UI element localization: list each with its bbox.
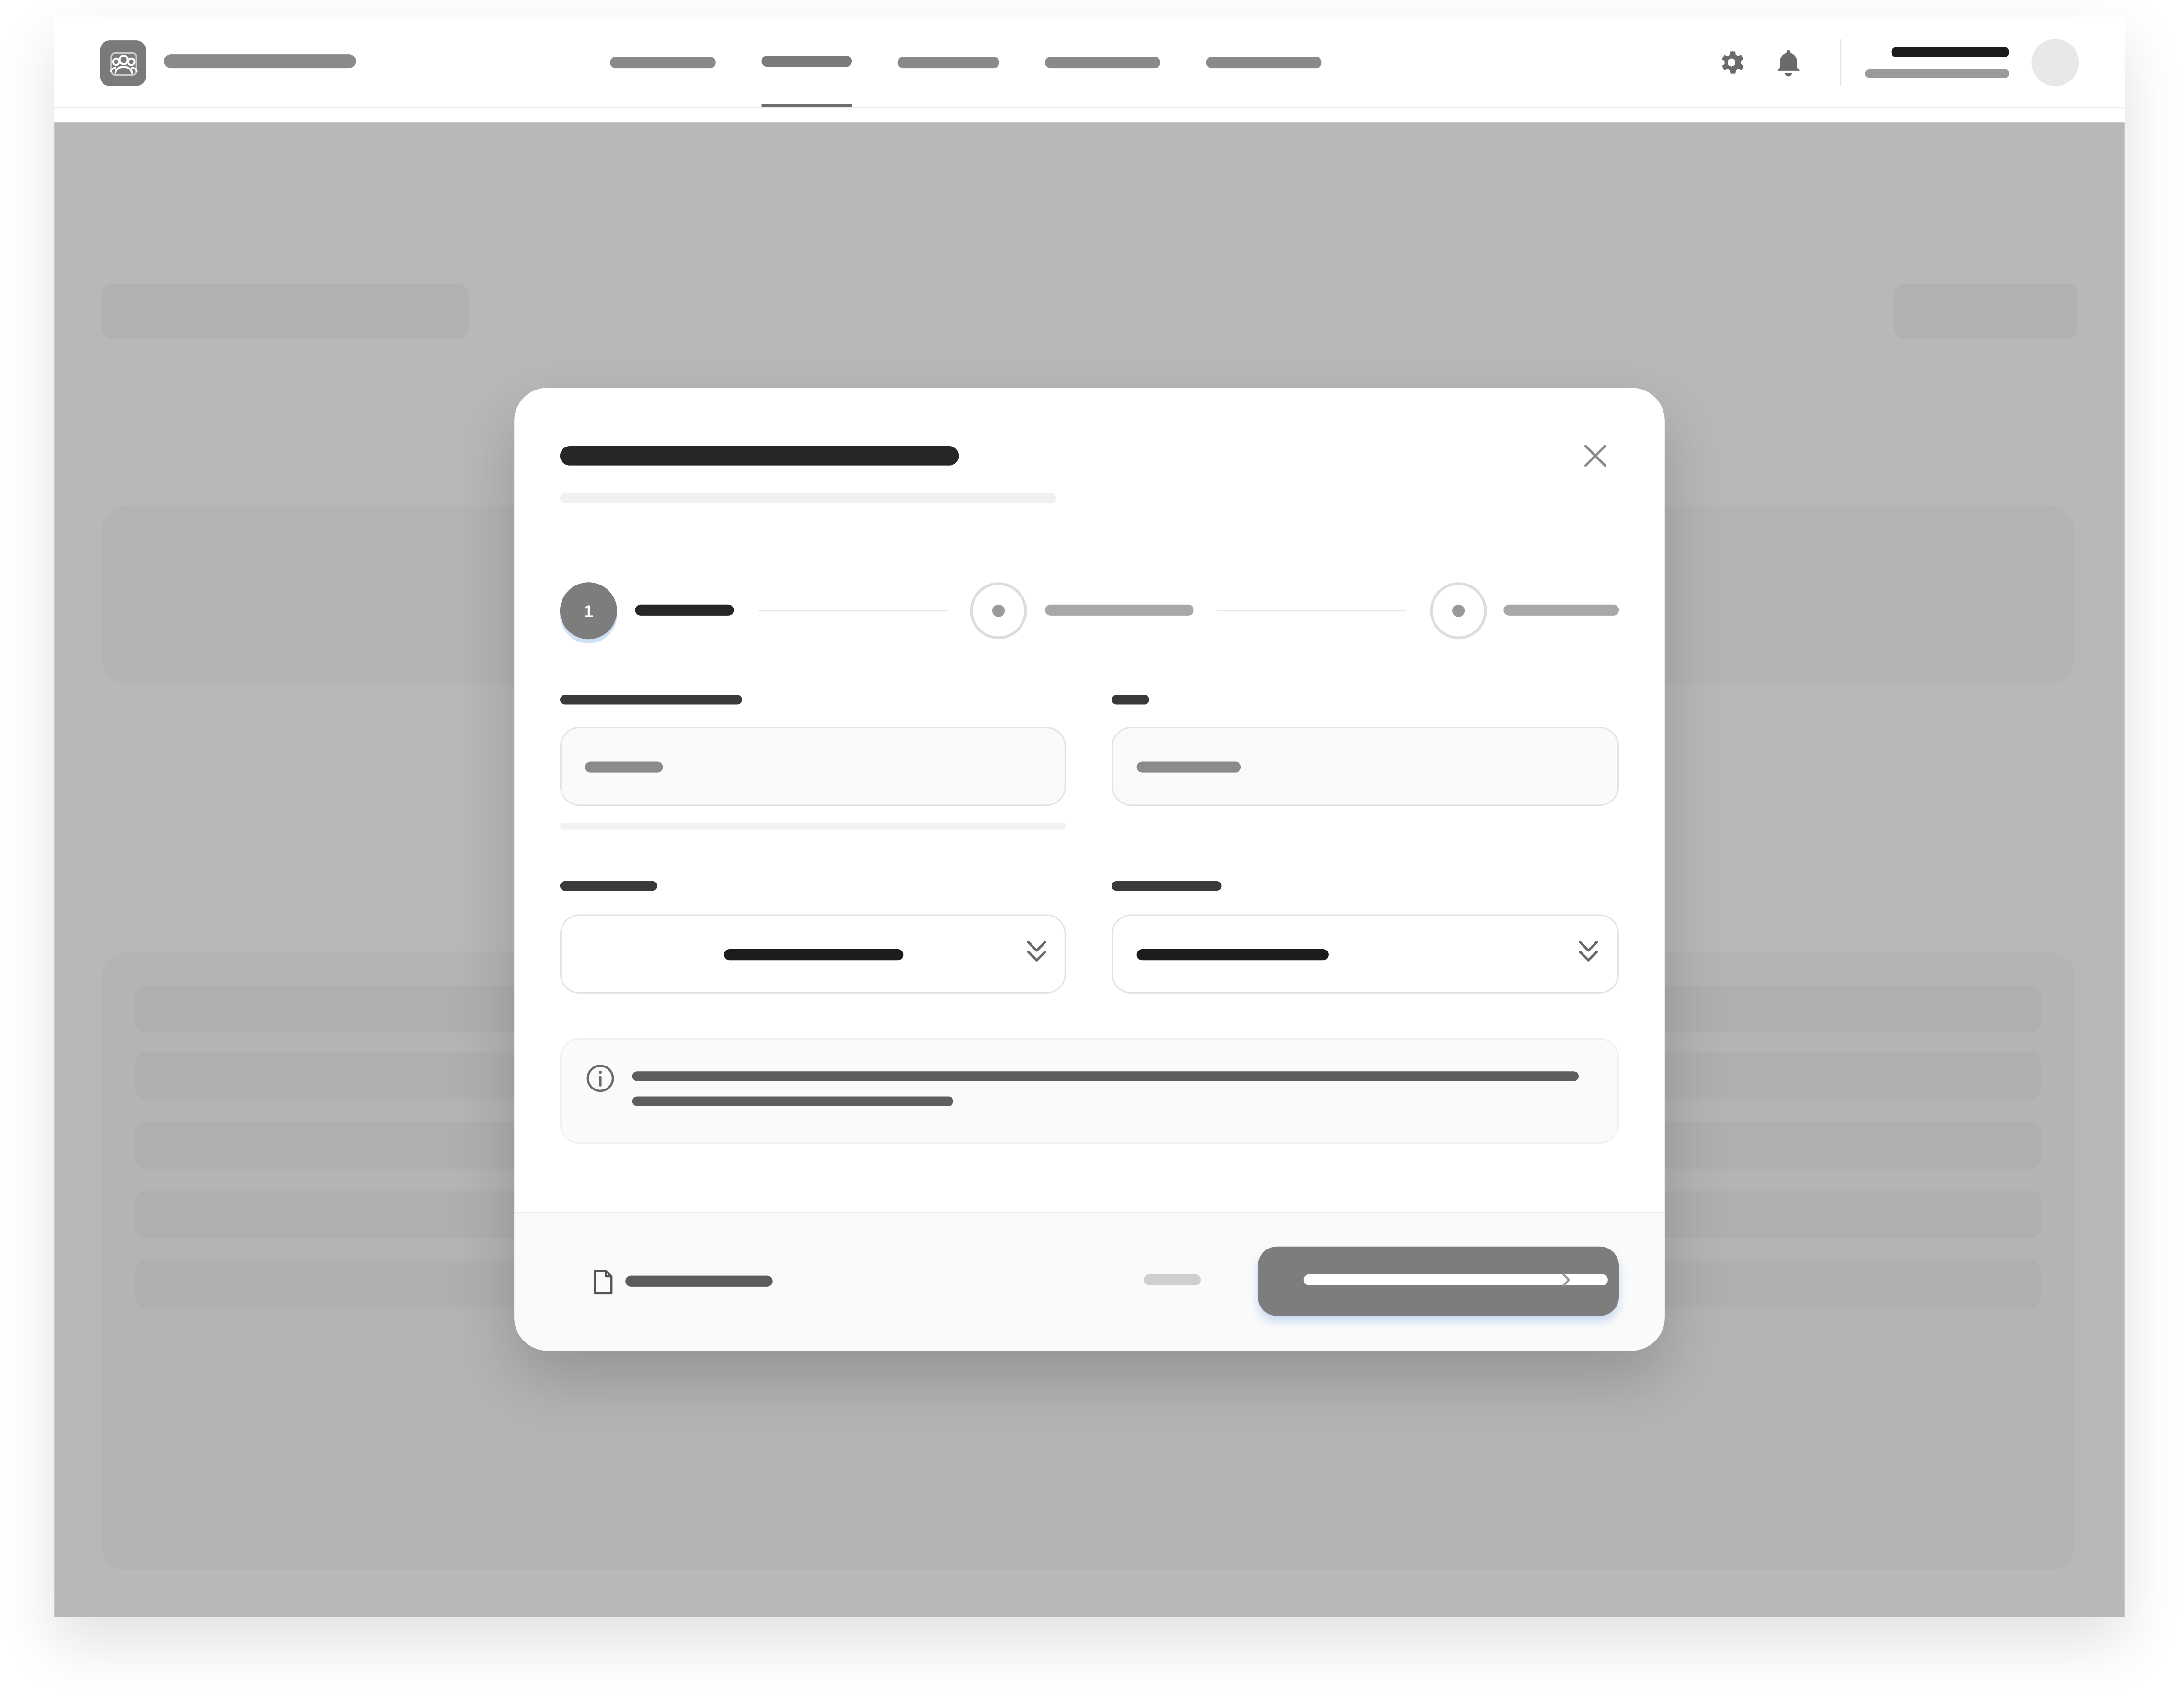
dialog-footer (514, 1212, 1665, 1351)
info-text-line-2 (632, 1096, 953, 1106)
select-2-dropdown[interactable] (1112, 914, 1619, 994)
step-1-number: 1 (584, 601, 594, 621)
document-icon (594, 1270, 613, 1295)
field-1-input[interactable] (560, 726, 1066, 806)
step-connector (1217, 610, 1407, 612)
select-1-dropdown[interactable] (560, 914, 1066, 994)
app-window: 1 (54, 16, 2125, 1618)
select-2-value (1136, 949, 1329, 961)
team-icon[interactable] (100, 40, 146, 86)
info-icon (586, 1065, 614, 1092)
select-1-value (724, 949, 904, 961)
step-2-indicator[interactable] (970, 582, 1027, 640)
chevron-down-icon (1027, 940, 1046, 962)
nav-item-3[interactable] (897, 57, 999, 69)
field-2-input[interactable] (1112, 726, 1619, 806)
header-divider (1840, 39, 1842, 86)
brand-name (164, 54, 356, 69)
bell-icon[interactable] (1773, 47, 1804, 78)
screen: 1 (0, 0, 2179, 1708)
step-connector (758, 610, 948, 612)
step-1-indicator[interactable]: 1 (560, 582, 617, 640)
nav-item-2[interactable] (761, 56, 852, 67)
field-2-placeholder (1136, 761, 1241, 773)
step-1-label (635, 604, 734, 616)
nav-item-1[interactable] (610, 57, 716, 69)
user-name (1891, 47, 2010, 57)
field-1-label (560, 695, 742, 705)
arrow-right-icon (1562, 1273, 1570, 1287)
bg-page-title (101, 283, 469, 339)
dialog: 1 (514, 388, 1665, 1351)
nav-item-5[interactable] (1206, 57, 1322, 69)
top-header (54, 16, 2125, 109)
dialog-title (560, 446, 959, 466)
step-2-label (1045, 604, 1194, 616)
close-button[interactable] (1577, 438, 1613, 474)
info-notice (560, 1038, 1619, 1144)
info-text-line-1 (632, 1071, 1579, 1081)
nav-item-4[interactable] (1045, 57, 1160, 69)
field-2-label (1112, 695, 1149, 705)
select-2-label (1112, 881, 1222, 891)
dialog-subtitle (560, 493, 1056, 503)
chevron-down-icon (1579, 940, 1598, 962)
user-role (1865, 69, 2010, 78)
step-3-dot (1452, 604, 1465, 617)
gear-icon[interactable] (1716, 47, 1747, 78)
step-3-label (1503, 604, 1619, 616)
continue-button[interactable] (1257, 1246, 1619, 1316)
documentation-link[interactable] (625, 1275, 773, 1287)
avatar[interactable] (2031, 39, 2079, 86)
step-2-dot (992, 604, 1005, 617)
active-nav-indicator (761, 104, 852, 107)
back-button[interactable] (1144, 1274, 1201, 1285)
step-3-indicator[interactable] (1430, 582, 1487, 640)
select-1-label (560, 881, 657, 891)
close-icon (1584, 445, 1606, 467)
field-1-helper (560, 823, 1066, 830)
bg-action-button (1894, 283, 2078, 339)
field-1-placeholder (585, 761, 663, 773)
